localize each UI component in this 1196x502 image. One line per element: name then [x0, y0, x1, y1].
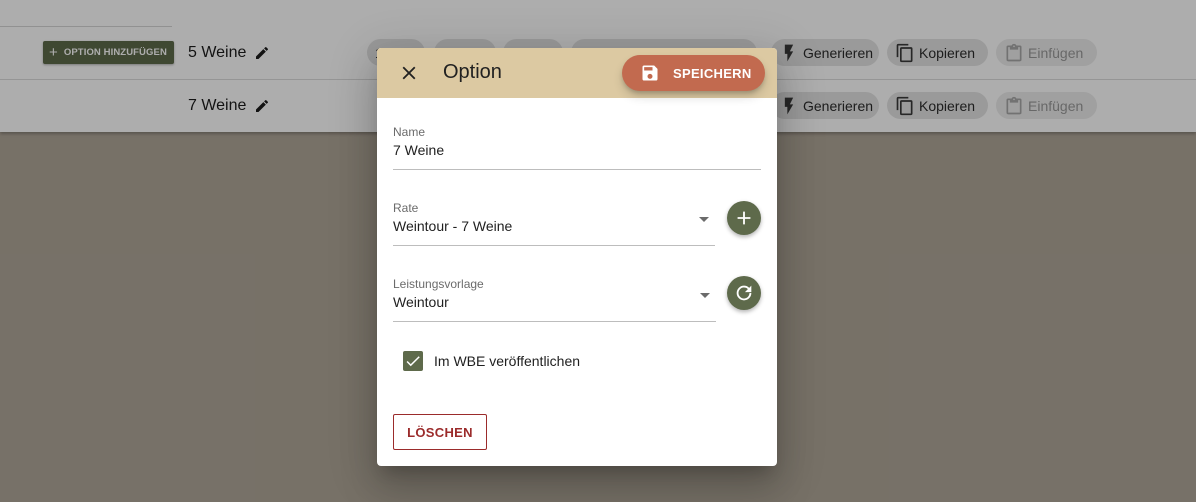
rate-select[interactable]: Rate Weintour - 7 Weine — [393, 201, 715, 246]
template-select-label: Leistungsvorlage — [393, 277, 484, 291]
dialog-title: Option — [443, 61, 502, 83]
delete-label: LÖSCHEN — [407, 424, 473, 440]
refresh-icon — [736, 285, 752, 301]
name-field-label: Name — [393, 125, 426, 139]
dropdown-arrow-icon[interactable] — [700, 293, 710, 298]
refresh-template-button[interactable] — [727, 276, 761, 310]
name-field[interactable]: Name 7 Weine — [393, 125, 761, 170]
field-underline — [393, 169, 761, 170]
close-icon — [402, 66, 416, 80]
field-underline — [393, 321, 716, 322]
name-input[interactable]: 7 Weine — [393, 142, 761, 158]
close-button[interactable] — [398, 62, 420, 84]
field-underline — [393, 245, 715, 246]
template-select-value: Weintour — [393, 294, 449, 310]
check-icon — [406, 356, 420, 367]
save-button[interactable]: SPEICHERN — [622, 55, 765, 91]
template-select[interactable]: Leistungsvorlage Weintour — [393, 277, 716, 322]
delete-button[interactable]: LÖSCHEN — [393, 414, 487, 450]
dialog-header: Option SPEICHERN — [377, 48, 777, 98]
publish-checkbox-row[interactable]: Im WBE veröffentlichen — [403, 351, 580, 371]
option-dialog: Option SPEICHERN Name 7 Weine Rate Weint… — [377, 48, 777, 466]
rate-select-value: Weintour - 7 Weine — [393, 218, 513, 234]
save-icon — [642, 65, 658, 81]
publish-checkbox[interactable] — [403, 351, 423, 371]
publish-checkbox-label: Im WBE veröffentlichen — [434, 353, 581, 369]
dropdown-arrow-icon[interactable] — [699, 217, 709, 222]
save-label: SPEICHERN — [673, 65, 752, 81]
plus-icon — [737, 211, 751, 225]
add-rate-button[interactable] — [727, 201, 761, 235]
rate-select-label: Rate — [393, 201, 419, 215]
